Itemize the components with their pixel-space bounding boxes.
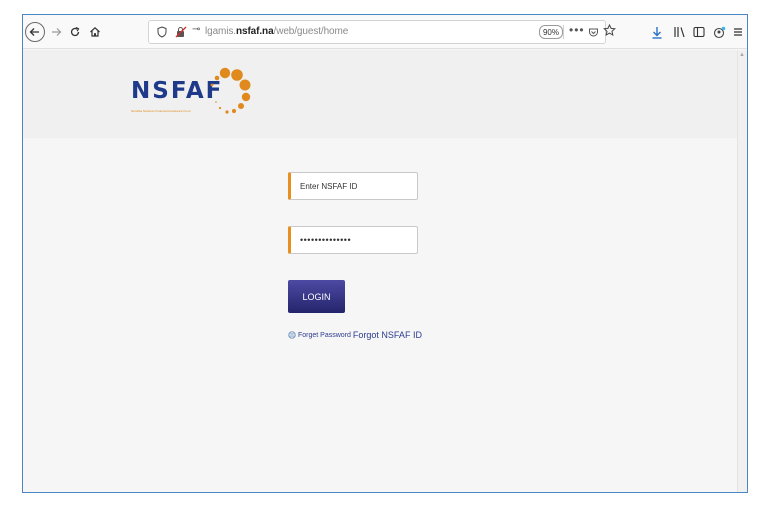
- download-icon[interactable]: [649, 21, 665, 43]
- back-arrow-icon[interactable]: [25, 22, 45, 42]
- forward-arrow-icon[interactable]: [47, 21, 65, 43]
- sidebar-icon[interactable]: [691, 21, 707, 43]
- login-button[interactable]: LOGIN: [288, 280, 345, 313]
- logo-tagline: Namibia Students Financial Assistance Fu…: [131, 109, 191, 113]
- url-bar[interactable]: ⊸ lgamis.nsfaf.na/web/guest/home 90% •••: [148, 20, 616, 44]
- url-text[interactable]: lgamis.nsfaf.na/web/guest/home: [205, 26, 348, 37]
- zoom-level-badge[interactable]: 90%: [539, 25, 563, 39]
- url-domain: nsfaf.na: [235, 26, 274, 37]
- nsfaf-logo[interactable]: NSFAF Namibia Students Financial Assista…: [131, 64, 261, 120]
- page-scrollbar[interactable]: ▲: [737, 50, 747, 492]
- url-bar-divider: [563, 25, 564, 39]
- hamburger-menu-icon[interactable]: [730, 21, 746, 43]
- url-path: /web/guest/home: [273, 26, 349, 37]
- home-icon[interactable]: [85, 21, 105, 43]
- forgot-links: Forget Password Forgot NSFAF ID: [288, 326, 422, 344]
- forgot-password-link[interactable]: Forget Password: [298, 332, 351, 339]
- page-actions-more-icon[interactable]: •••: [569, 23, 585, 37]
- logo-dots-icon: [210, 67, 251, 114]
- browser-window: ⊸ lgamis.nsfaf.na/web/guest/home 90% •••: [22, 14, 748, 493]
- browser-toolbar: ⊸ lgamis.nsfaf.na/web/guest/home 90% •••: [23, 15, 747, 49]
- scroll-up-icon[interactable]: ▲: [739, 52, 745, 58]
- password-input[interactable]: ••••••••••••••: [288, 226, 418, 254]
- library-icon[interactable]: [671, 21, 687, 43]
- login-area: Enter NSFAF ID •••••••••••••• LOGIN Forg…: [23, 138, 737, 492]
- url-subdomain: lgamis.: [205, 26, 236, 37]
- nsfaf-id-input[interactable]: Enter NSFAF ID: [288, 172, 418, 200]
- site-header: NSFAF Namibia Students Financial Assista…: [23, 50, 747, 138]
- shield-icon[interactable]: [157, 25, 167, 43]
- insecure-lock-icon[interactable]: [175, 25, 187, 43]
- account-icon[interactable]: [711, 21, 727, 43]
- star-icon[interactable]: [603, 23, 616, 42]
- key-icon[interactable]: ⊸: [192, 24, 200, 35]
- reload-icon[interactable]: [65, 21, 85, 43]
- pocket-icon[interactable]: [588, 25, 599, 43]
- forgot-nsfaf-id-link[interactable]: Forgot NSFAF ID: [353, 330, 422, 340]
- help-globe-icon: [288, 326, 296, 344]
